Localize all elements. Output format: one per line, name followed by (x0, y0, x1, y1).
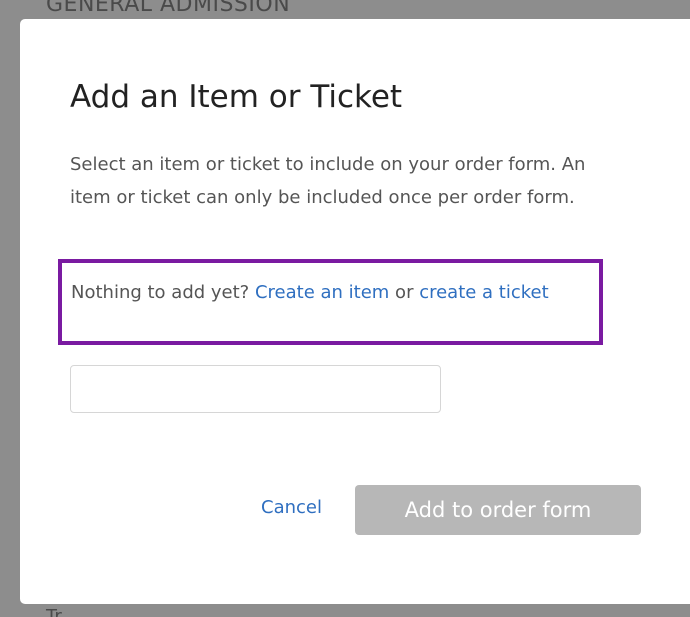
create-ticket-link[interactable]: create a ticket (419, 282, 548, 303)
callout-connector: or (389, 282, 420, 303)
background-footer-text: Tr... (46, 606, 78, 617)
modal-title: Add an Item or Ticket (70, 79, 403, 115)
create-item-link[interactable]: Create an item (255, 282, 389, 303)
callout-prefix: Nothing to add yet? (71, 282, 255, 303)
add-to-order-form-button[interactable]: Add to order form (355, 485, 641, 535)
cancel-button[interactable]: Cancel (261, 497, 322, 518)
modal-description: Select an item or ticket to include on y… (70, 154, 586, 208)
background-section-heading: GENERAL ADMISSION (46, 0, 291, 17)
add-item-modal: Add an Item or Ticket Select an item or … (20, 19, 690, 604)
empty-state-callout: Nothing to add yet? Create an item or cr… (58, 259, 603, 345)
item-select-input[interactable] (70, 365, 441, 413)
